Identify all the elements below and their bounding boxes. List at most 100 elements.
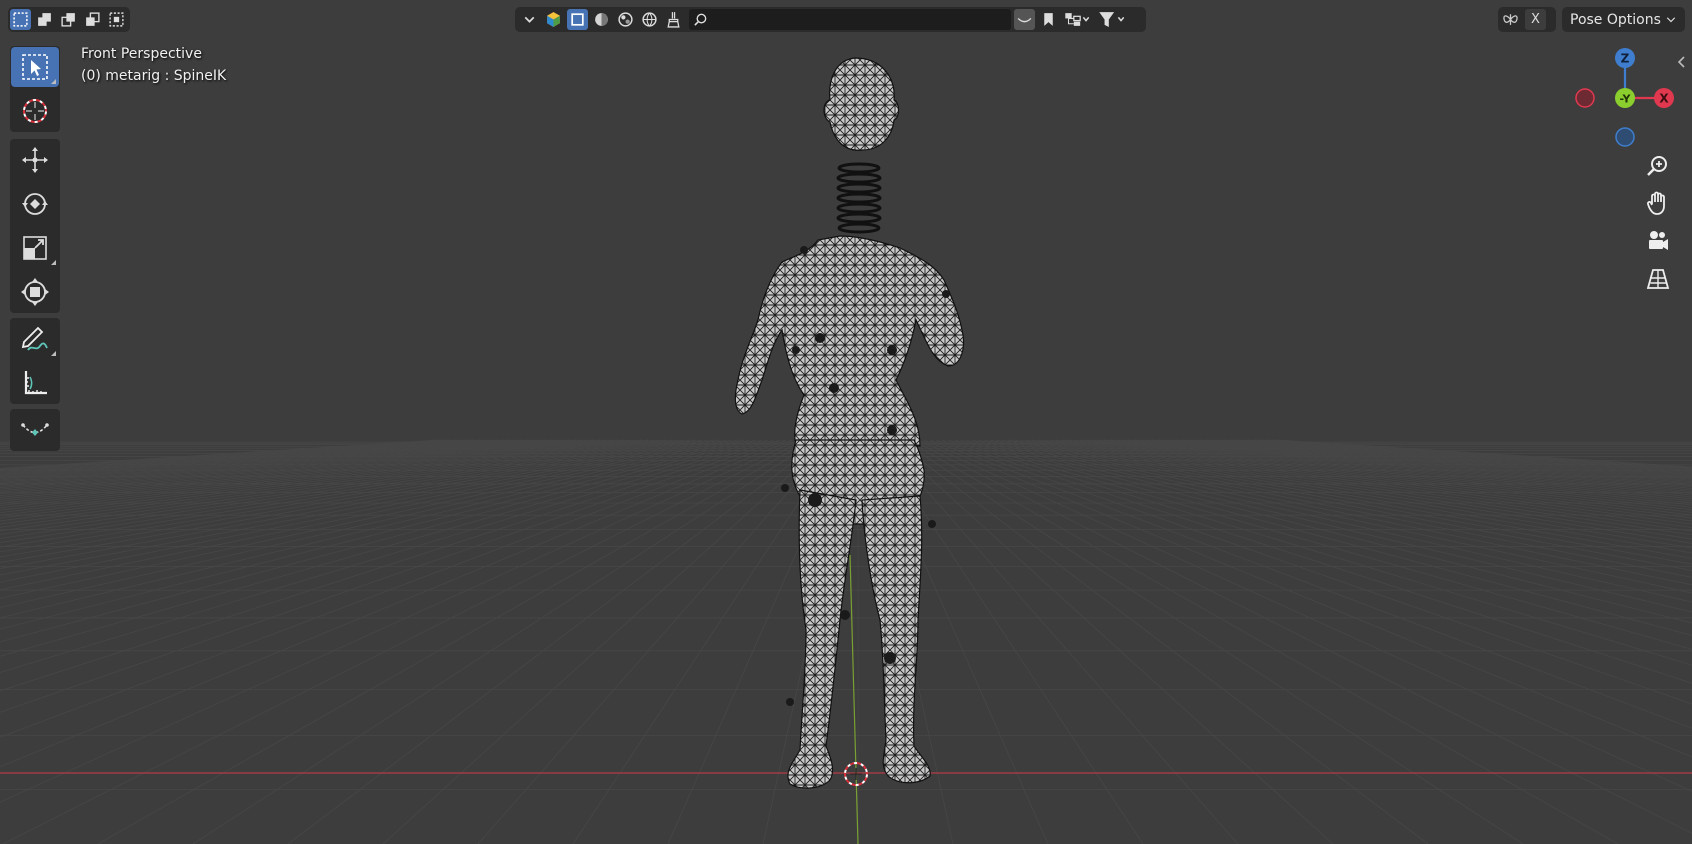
grid-line bbox=[1115, 439, 1692, 502]
hierarchy-view-icon[interactable] bbox=[1062, 9, 1092, 30]
material-shading-icon[interactable] bbox=[615, 9, 636, 30]
wireframe-shading-icon[interactable] bbox=[567, 9, 588, 30]
select-box-extend-icon[interactable] bbox=[34, 9, 55, 30]
grid-line bbox=[0, 439, 529, 484]
scale-icon bbox=[23, 236, 47, 260]
pose-options-dropdown[interactable]: Pose Options bbox=[1562, 7, 1685, 32]
grid-line bbox=[941, 439, 1692, 684]
select-box-intersect-icon[interactable] bbox=[106, 9, 127, 30]
grid-line bbox=[0, 439, 763, 657]
neck-spring bbox=[836, 162, 882, 234]
grid-line bbox=[1199, 439, 1692, 480]
rotate-tool[interactable] bbox=[11, 184, 59, 224]
select-box-subtract-icon[interactable] bbox=[58, 9, 79, 30]
grid-line bbox=[1229, 439, 1692, 475]
rendered-shading-icon[interactable] bbox=[639, 9, 660, 30]
select-box-tool[interactable] bbox=[11, 47, 59, 87]
grid-line bbox=[1079, 439, 1692, 516]
navigation-gizmo[interactable]: Z X -Y bbox=[1565, 38, 1685, 158]
relax-curve-icon bbox=[21, 423, 49, 436]
grid-line bbox=[0, 439, 775, 692]
perspective-grid-icon bbox=[1646, 269, 1670, 289]
camera-icon bbox=[1649, 231, 1668, 250]
pose-symmetry-group: X bbox=[1498, 7, 1556, 32]
search-field[interactable] bbox=[689, 9, 1011, 30]
toolbar-group-select bbox=[10, 46, 60, 132]
grid-line bbox=[0, 439, 643, 522]
grid-line bbox=[1127, 439, 1692, 498]
toolbar-group-transform bbox=[10, 139, 60, 313]
bookmark-icon[interactable] bbox=[1038, 9, 1059, 30]
solid-shading-icon[interactable] bbox=[591, 9, 612, 30]
grid-line bbox=[959, 439, 1692, 636]
chevron-down-icon[interactable] bbox=[519, 9, 540, 30]
select-box-invert-icon[interactable] bbox=[82, 9, 103, 30]
perspective-toggle-button[interactable] bbox=[1641, 262, 1675, 296]
y-axis-line bbox=[849, 554, 859, 844]
search-input[interactable] bbox=[708, 11, 1002, 28]
grid-line bbox=[1241, 439, 1692, 473]
grid-line bbox=[0, 439, 655, 528]
arc-curve-icon[interactable] bbox=[1014, 9, 1035, 30]
grid-line bbox=[1091, 439, 1692, 511]
scale-tool[interactable] bbox=[11, 228, 59, 268]
grid-line bbox=[935, 439, 1692, 705]
grid-line bbox=[965, 439, 1692, 624]
grid-line bbox=[97, 439, 811, 844]
gizmo-neg-y-label: -Y bbox=[1620, 93, 1632, 106]
grid-line bbox=[0, 439, 769, 673]
grid-line bbox=[0, 439, 733, 599]
gizmo-neg-z-handle bbox=[1615, 127, 1635, 147]
broom-cleanup-icon[interactable] bbox=[663, 9, 684, 30]
grid-line bbox=[899, 439, 1524, 844]
select-mode-group bbox=[8, 7, 130, 32]
character-mesh[interactable] bbox=[734, 57, 965, 789]
grid-line bbox=[0, 439, 493, 478]
grid-line bbox=[1061, 439, 1692, 525]
viewport-header-center bbox=[515, 7, 1146, 32]
3d-cursor-icon bbox=[23, 99, 47, 123]
grid-line bbox=[977, 439, 1692, 603]
toolbar-group-relax bbox=[10, 409, 60, 451]
transform-tool[interactable] bbox=[11, 272, 59, 312]
grid-line bbox=[0, 439, 589, 500]
grid-line bbox=[0, 439, 469, 474]
filter-funnel-icon[interactable] bbox=[1095, 9, 1129, 30]
grid-line bbox=[0, 439, 523, 483]
move-arrows-icon bbox=[22, 147, 48, 173]
grid-line bbox=[995, 439, 1692, 578]
grid-line bbox=[905, 439, 1619, 844]
chevron-down-icon bbox=[1666, 16, 1676, 22]
grid-line bbox=[1085, 439, 1692, 513]
annotate-tool[interactable] bbox=[11, 319, 59, 359]
grid-line bbox=[929, 439, 1692, 729]
symmetry-butterfly-icon[interactable] bbox=[1500, 9, 1521, 30]
zoom-button[interactable] bbox=[1641, 149, 1675, 183]
relax-tool[interactable] bbox=[11, 410, 59, 450]
grid-line bbox=[1253, 439, 1692, 471]
move-tool[interactable] bbox=[11, 140, 59, 180]
grid-line bbox=[971, 439, 1692, 613]
measure-tool[interactable] bbox=[11, 363, 59, 403]
camera-view-button[interactable] bbox=[1641, 224, 1675, 258]
grid-line bbox=[0, 439, 793, 768]
grid-line bbox=[477, 439, 835, 844]
gizmo-x-label: X bbox=[1659, 92, 1669, 106]
select-box-new-icon[interactable] bbox=[10, 9, 31, 30]
cursor-tool[interactable] bbox=[11, 91, 59, 131]
pose-options-label: Pose Options bbox=[1570, 11, 1661, 28]
object-info-label: (0) metarig : SpineIK bbox=[81, 68, 227, 84]
object-type-hexagon-icon[interactable] bbox=[543, 9, 564, 30]
grid-line bbox=[0, 439, 721, 583]
grid-line bbox=[0, 439, 649, 525]
grid-line bbox=[1001, 439, 1692, 571]
measure-ruler-icon bbox=[24, 371, 47, 395]
x-axis-mirror-toggle[interactable]: X bbox=[1525, 9, 1546, 30]
grid-line bbox=[0, 439, 619, 511]
grid-line bbox=[1205, 439, 1692, 479]
grid-line bbox=[0, 439, 745, 619]
grid-line bbox=[287, 439, 823, 844]
grid-line bbox=[0, 439, 499, 479]
pan-button[interactable] bbox=[1641, 186, 1675, 220]
3d-viewport[interactable] bbox=[0, 0, 1692, 844]
